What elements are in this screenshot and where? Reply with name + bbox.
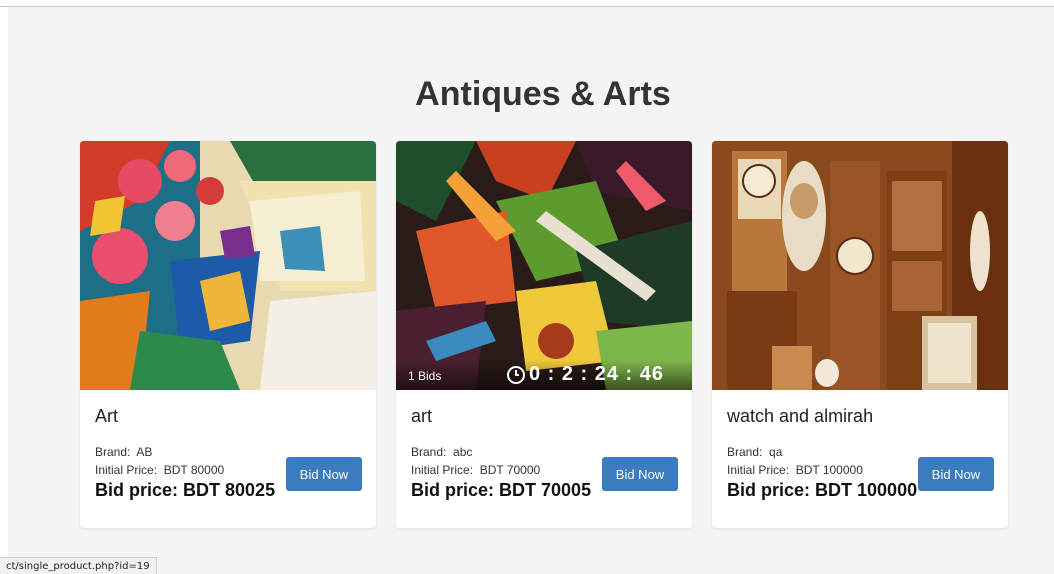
art-painting-image [80,141,376,390]
product-image[interactable] [80,141,376,390]
product-title[interactable]: watch and almirah [727,404,993,428]
product-image[interactable]: 1 Bids 0 : 2 : 24 : 46 [396,141,692,390]
clock-icon [506,365,525,384]
bid-now-button[interactable]: Bid Now [286,457,362,491]
top-border [0,0,1054,7]
bid-now-button[interactable]: Bid Now [602,457,678,491]
product-image[interactable] [712,141,1008,390]
bid-count: 1 Bids [408,369,442,383]
product-card-art[interactable]: Art Brand: AB Initial Price: BDT 80000 B… [80,141,376,528]
countdown-timer: 0 : 2 : 24 : 46 [506,363,664,386]
status-bar-url: ct/single_product.php?id=19 [0,557,157,574]
abstract-art-image [396,141,692,390]
product-title[interactable]: Art [95,404,361,428]
product-card-watch-and-almirah[interactable]: watch and almirah Brand: qa Initial Pric… [712,141,1008,528]
bid-now-button[interactable]: Bid Now [918,457,994,491]
product-title[interactable]: art [411,404,677,428]
section-title: Antiques & Arts [415,75,671,113]
product-card-art-2[interactable]: 1 Bids 0 : 2 : 24 : 46 art Brand: abc In… [396,141,692,528]
antique-furniture-image [712,141,1008,390]
